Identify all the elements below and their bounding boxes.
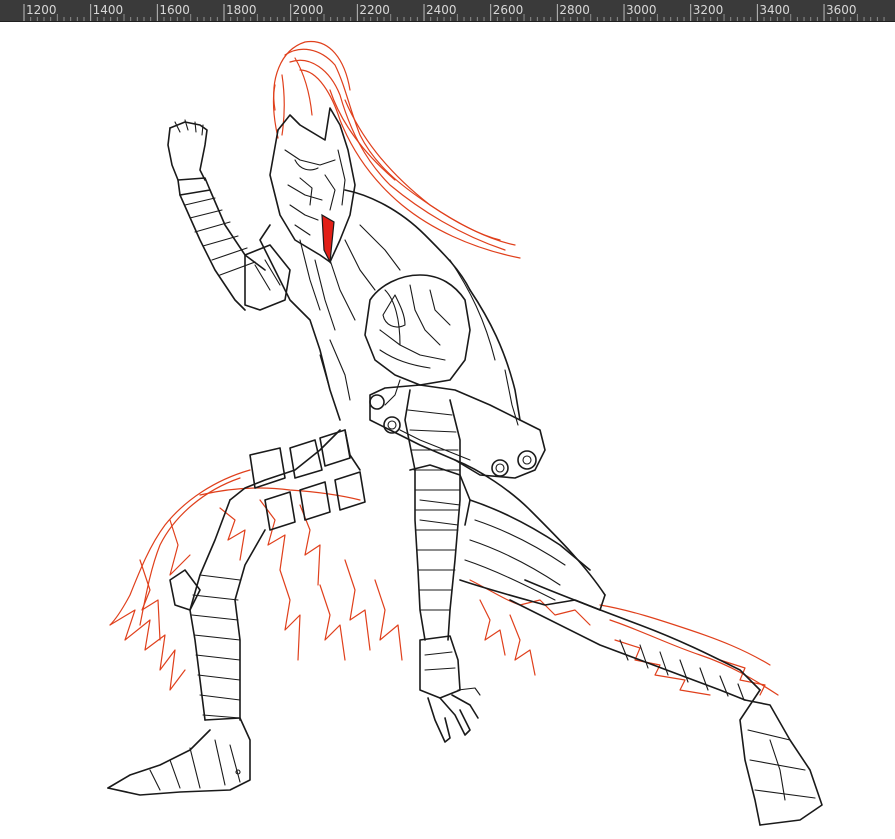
red-visor-slit (321, 213, 335, 265)
ruler-label: 1600 (159, 3, 190, 17)
tassets (409, 459, 606, 611)
raised-arm (167, 119, 291, 311)
cape-body (259, 189, 521, 426)
ruler-label: 3600 (826, 3, 857, 17)
front-leg (107, 429, 366, 796)
horizontal-ruler[interactable]: 1200 1400 1600 1800 2000 2200 2400 2600 2800 3000… (0, 0, 895, 22)
ruler-label: 3200 (692, 3, 724, 17)
ruler-label: 2200 (359, 3, 390, 17)
flame-cape (109, 469, 779, 696)
ruler-label: 2800 (559, 3, 590, 17)
ruler-label: 1400 (92, 3, 124, 17)
ruler-label: 2600 (492, 3, 524, 17)
ruler-label: 1800 (226, 3, 257, 17)
drawing-canvas[interactable] (0, 22, 895, 839)
ruler-label: 2400 (426, 3, 457, 17)
back-leg (509, 579, 823, 826)
ruler-label: 3400 (759, 3, 790, 17)
ruler-label: 1200 (26, 3, 57, 17)
flame-hair (272, 40, 521, 259)
ruler-label: 3000 (626, 3, 657, 17)
ruler-label: 2000 (292, 3, 324, 17)
knight-sketch (107, 40, 823, 826)
